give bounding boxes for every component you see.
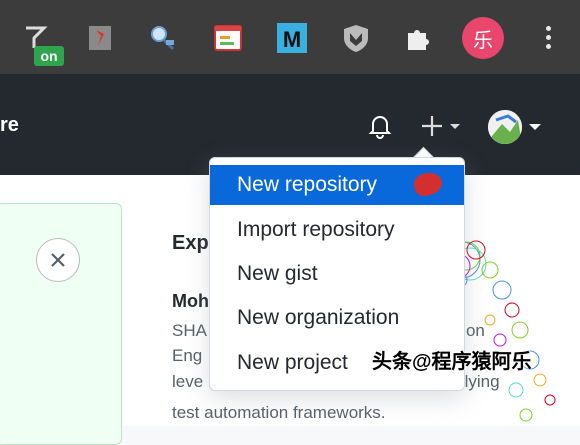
m-extension-label: M: [283, 27, 301, 52]
more-menu-icon[interactable]: [538, 23, 558, 53]
extension-on-badge: on: [34, 46, 64, 66]
import-repository-item[interactable]: Import repository: [210, 210, 464, 250]
shield-extension-icon[interactable]: [340, 22, 372, 54]
new-gist-item[interactable]: New gist: [210, 254, 464, 294]
notes-extension-icon[interactable]: [212, 22, 244, 54]
red-figure-extension-icon[interactable]: [84, 22, 116, 54]
plus-icon: [422, 116, 460, 136]
post-author[interactable]: Moh: [172, 291, 209, 312]
post-line: Eng: [172, 346, 203, 365]
new-organization-item[interactable]: New organization: [210, 298, 464, 338]
browser-toolbar: on M 乐: [0, 0, 580, 74]
create-new-menu-button[interactable]: [420, 112, 468, 140]
post-line: leve: [172, 372, 204, 391]
watermark-text: 头条@程序猿阿乐: [372, 351, 532, 373]
user-avatar: [488, 110, 522, 144]
user-menu-button[interactable]: [488, 110, 544, 144]
post-tail: test automation frameworks.: [172, 403, 386, 422]
post-line: SHA: [172, 321, 207, 340]
m-extension-icon[interactable]: M: [276, 22, 308, 54]
page-title-fragment[interactable]: re: [0, 114, 19, 137]
satellite-extension-icon[interactable]: [146, 22, 178, 54]
bell-icon[interactable]: [366, 112, 394, 140]
close-icon[interactable]: [36, 238, 80, 282]
explore-heading: Exp: [172, 232, 209, 254]
caret-down-icon: [529, 124, 541, 130]
profile-avatar[interactable]: 乐: [462, 17, 504, 59]
puzzle-icon[interactable]: [402, 22, 434, 54]
